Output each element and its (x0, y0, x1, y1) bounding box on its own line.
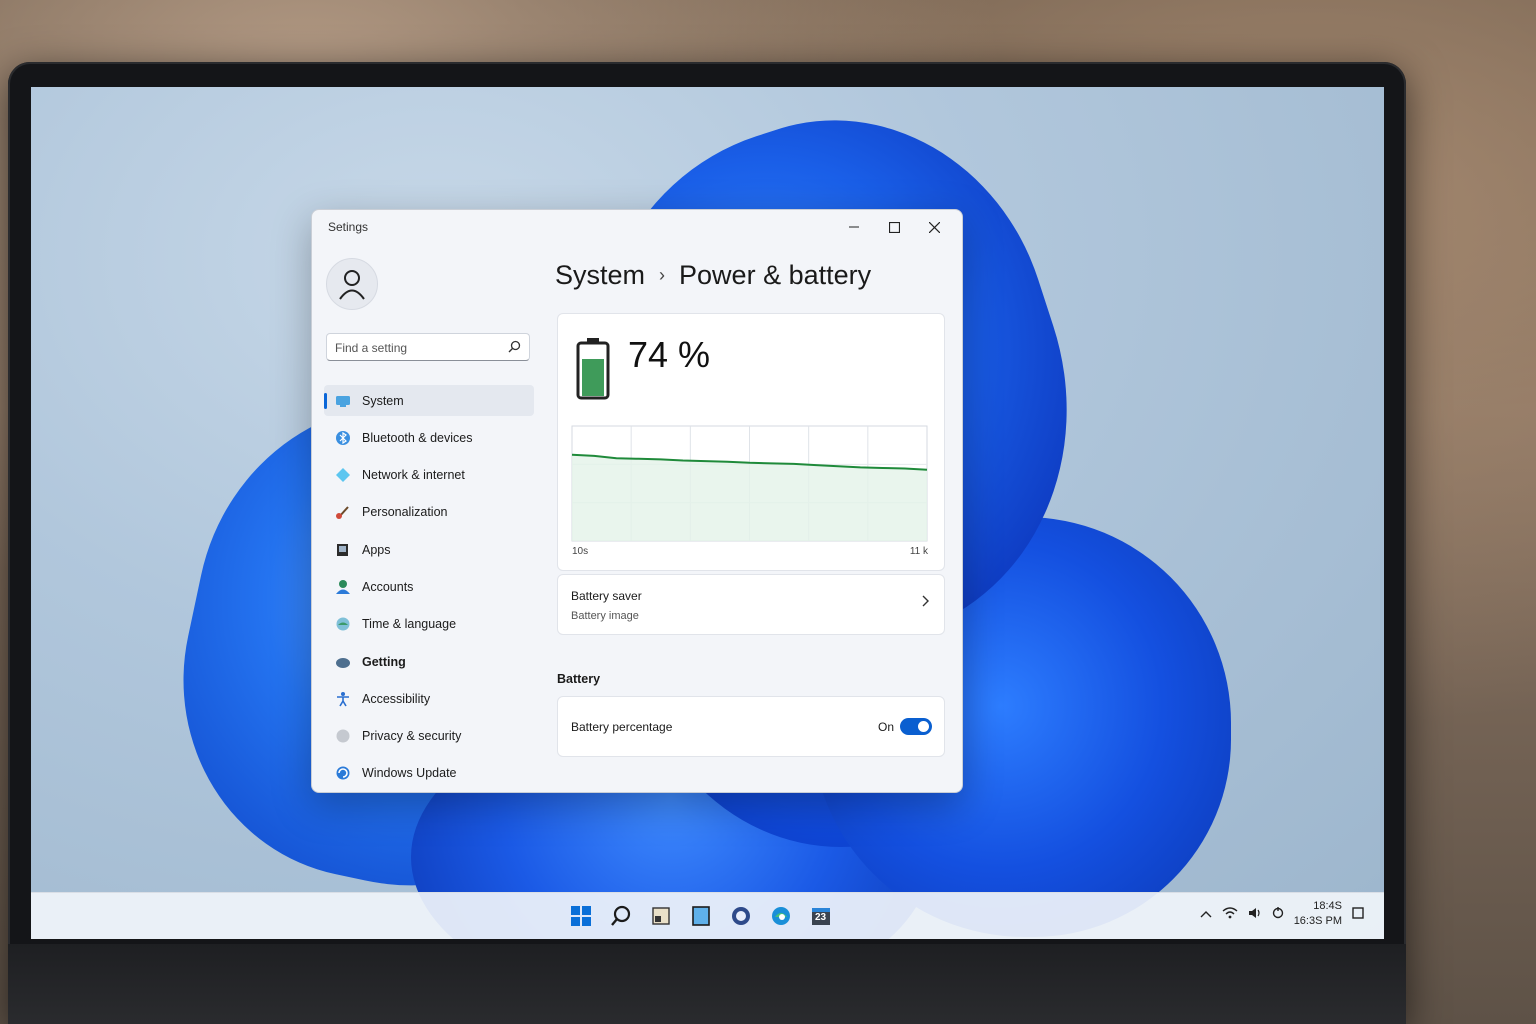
bluetooth-icon (334, 429, 352, 447)
sidebar-item-label: Network & internet (362, 468, 465, 483)
page-title: Power & battery (679, 260, 872, 290)
sidebar-item-accessibility[interactable]: Accessibility (324, 683, 534, 714)
accessibility-icon (334, 690, 352, 708)
close-button[interactable] (914, 214, 954, 240)
maximize-icon (888, 221, 900, 233)
taskbar-icons: 23 (566, 901, 836, 931)
sidebar-item-label: System (362, 393, 404, 408)
toggle-state-label: On (877, 720, 894, 734)
sidebar-item-label: Accounts (362, 579, 414, 594)
x-tick-start: 10s (572, 546, 589, 557)
breadcrumb-separator: › (659, 265, 666, 285)
sidebar-item-windows-update[interactable]: Windows Update (324, 758, 534, 789)
widgets-icon[interactable] (646, 901, 676, 931)
battery-saver-row[interactable]: Battery saver Battery image (557, 574, 945, 635)
user-avatar[interactable] (326, 258, 378, 310)
chevron-right-icon (922, 595, 929, 607)
clock-time: 18:4S (1313, 900, 1342, 912)
sidebar-item-label: Windows Update (362, 766, 457, 781)
calendar-badge: 23 (815, 912, 827, 923)
close-icon (928, 221, 940, 233)
apps-icon (334, 541, 352, 559)
gaming-icon (334, 653, 352, 671)
sidebar-nav: System Bluetooth & devices Network & int… (324, 385, 534, 795)
chart-svg (571, 425, 928, 542)
network-icon (334, 466, 352, 484)
battery-card: 74 % 10s 11 k (557, 313, 945, 571)
sidebar-item-privacy[interactable]: Privacy & security (324, 721, 534, 752)
system-tray: 18:4S 16:3S PM (1200, 899, 1364, 929)
sidebar-item-label: Personalization (362, 505, 448, 520)
person-icon (339, 270, 365, 300)
sidebar-item-time-language[interactable]: Time & language (324, 609, 534, 640)
x-tick-end: 11 k (909, 546, 928, 557)
battery-fill (582, 359, 604, 396)
windows-start-icon[interactable] (566, 901, 596, 931)
battery-icon (576, 338, 610, 400)
sidebar-item-system[interactable]: System (324, 385, 534, 416)
taskbar: 23 18:4S 16:3S PM (31, 892, 1384, 939)
edge-icon[interactable] (766, 901, 796, 931)
battery-percent: 74 % (628, 334, 711, 375)
sidebar-item-label: Time & language (362, 617, 457, 632)
section-heading-battery: Battery (557, 672, 601, 686)
toggle-knob (918, 721, 929, 732)
maximize-button[interactable] (874, 214, 914, 240)
battery-saver-subtitle: Battery image (571, 610, 639, 622)
sidebar-item-label: Getting (362, 654, 406, 669)
search-icon[interactable] (508, 340, 521, 358)
battery-percentage-label: Battery percentage (571, 720, 673, 734)
clock[interactable]: 18:4S 16:3S PM (1294, 899, 1342, 929)
settings-window: Setings Find a setting System Bluetooth … (311, 209, 963, 793)
file-explorer-icon[interactable] (686, 901, 716, 931)
shield-icon (334, 727, 352, 745)
globe-icon (334, 615, 352, 633)
window-controls (834, 214, 954, 240)
battery-usage-chart: 10s 11 k (570, 424, 930, 564)
chevron-up-icon[interactable] (1200, 907, 1212, 921)
clock-date: 16:3S PM (1293, 915, 1342, 927)
battery-percentage-toggle[interactable] (900, 718, 932, 735)
search-icon[interactable] (606, 901, 636, 931)
update-icon (334, 764, 352, 782)
wifi-icon[interactable] (1222, 906, 1238, 922)
battery-saver-title: Battery saver (571, 589, 642, 603)
sidebar-item-gaming[interactable]: Getting (324, 646, 534, 677)
sidebar-item-apps[interactable]: Apps (324, 534, 534, 565)
keyboard (8, 944, 1406, 1024)
brush-icon (334, 503, 352, 521)
monitor-icon (334, 392, 352, 410)
sidebar-item-network[interactable]: Network & internet (324, 460, 534, 491)
breadcrumb-parent[interactable]: System (555, 260, 645, 291)
battery-tray-icon[interactable] (1272, 906, 1284, 922)
sidebar-item-label: Apps (362, 542, 391, 557)
sidebar-item-label: Privacy & security (362, 729, 462, 744)
desktop-screen: Setings Find a setting System Bluetooth … (31, 87, 1384, 939)
minimize-button[interactable] (834, 214, 874, 240)
window-title: Setings (328, 220, 369, 234)
sidebar-item-accounts[interactable]: Accounts (324, 571, 534, 602)
sidebar-item-bluetooth[interactable]: Bluetooth & devices (324, 422, 534, 453)
calendar-icon[interactable]: 23 (806, 901, 836, 931)
battery-percentage-row: Battery percentage On (557, 696, 945, 757)
notification-icon[interactable] (1352, 906, 1364, 922)
minimize-icon (849, 226, 859, 228)
search-input[interactable] (327, 334, 507, 362)
sidebar-item-label: Accessibility (362, 691, 431, 706)
accounts-icon (334, 578, 352, 596)
search-box[interactable] (326, 333, 530, 362)
sidebar-item-personalization[interactable]: Personalization (324, 497, 534, 528)
breadcrumb: System › Power & battery (555, 260, 871, 291)
volume-icon[interactable] (1248, 907, 1262, 922)
chat-icon[interactable] (726, 901, 756, 931)
sidebar-item-label: Bluetooth & devices (362, 430, 473, 445)
